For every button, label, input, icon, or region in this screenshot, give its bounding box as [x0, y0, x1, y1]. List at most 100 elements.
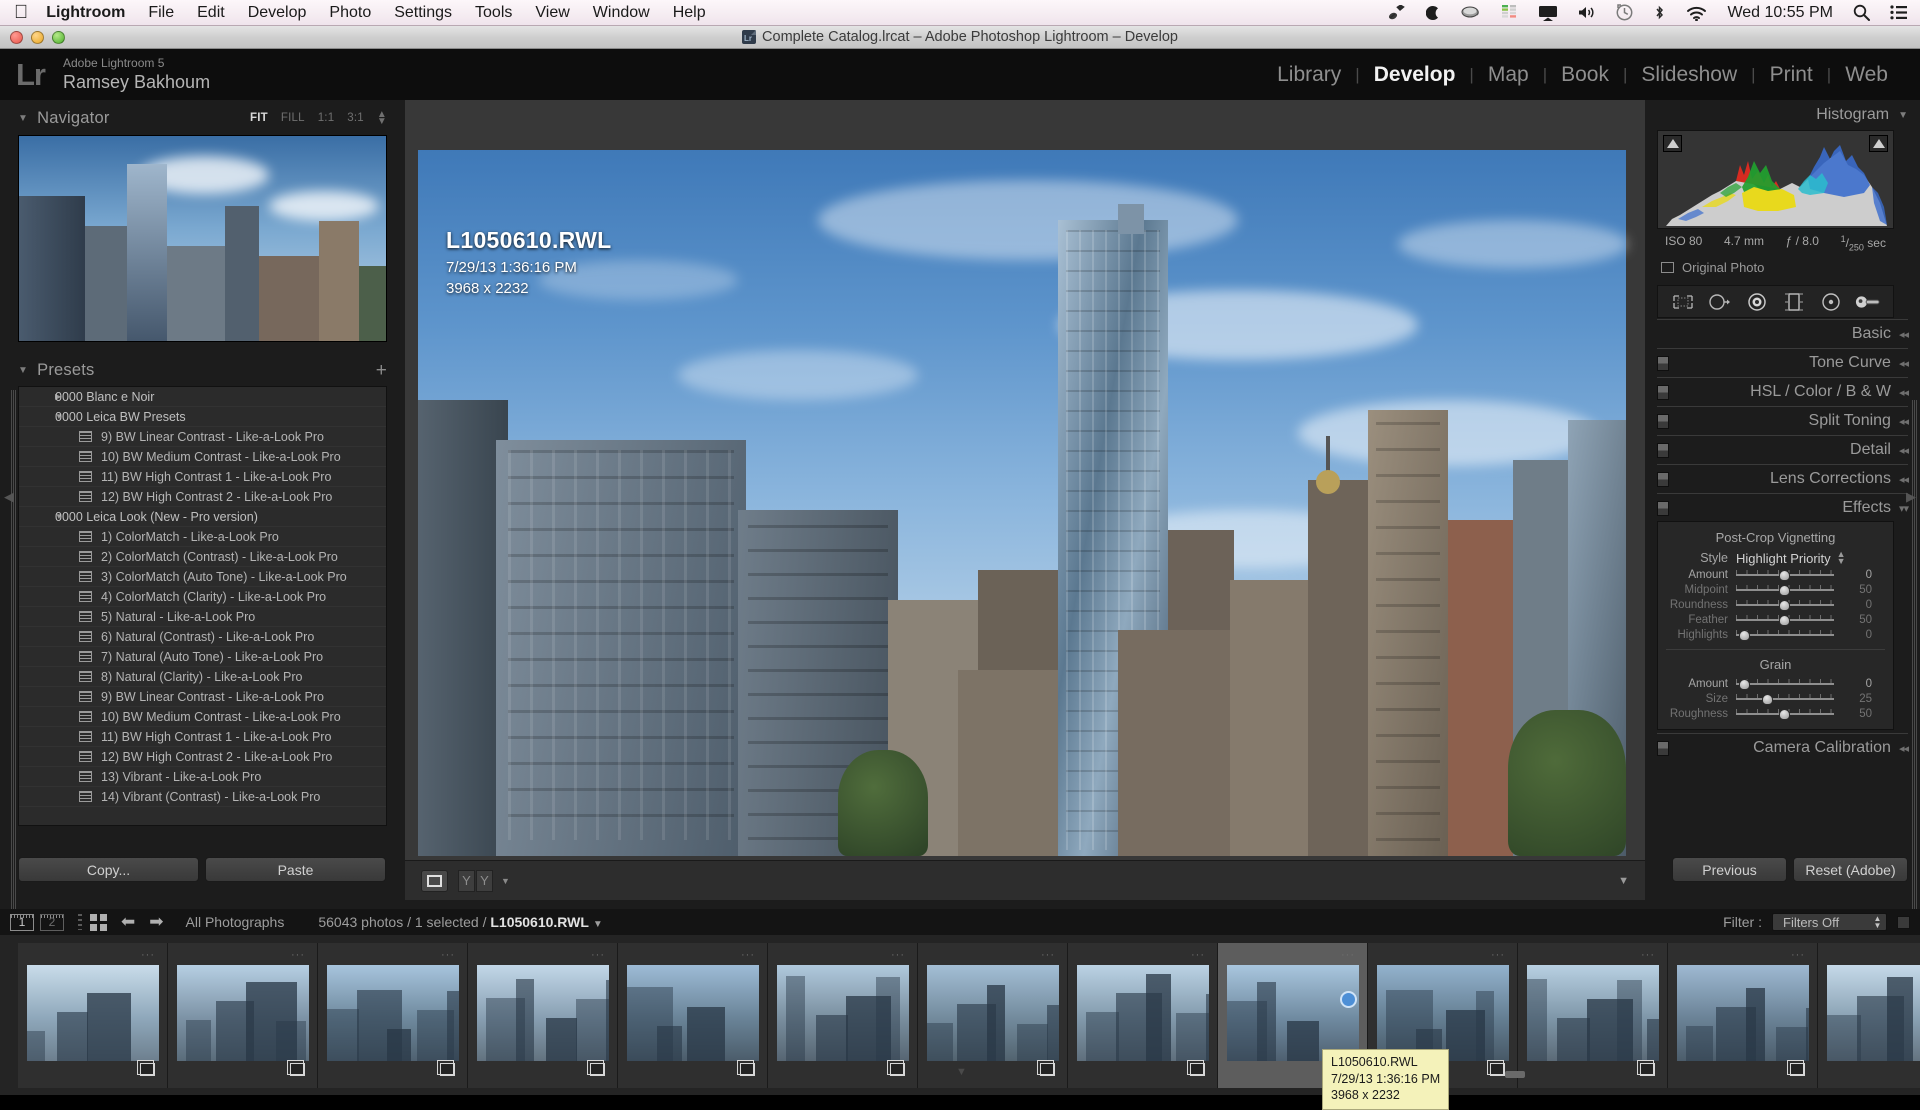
current-filename[interactable]: L1050610.RWL [490, 914, 589, 930]
vignette-style-row[interactable]: Style Highlight Priority ▲ ▼ [1658, 549, 1893, 567]
preset-item-row[interactable]: 11) BW High Contrast 1 - Like-a-Look Pro [19, 727, 386, 747]
copy-button[interactable]: Copy... [18, 857, 199, 882]
vignette-style-stepper-icon[interactable]: ▲ ▼ [1837, 550, 1846, 566]
split-toning-switch[interactable] [1657, 413, 1669, 429]
panel-effects[interactable]: Effects ▾▾ [1657, 495, 1909, 521]
spot-removal-tool[interactable] [1707, 291, 1733, 313]
vignette-style-value[interactable]: Highlight Priority [1736, 551, 1831, 566]
tone-curve-switch[interactable] [1657, 355, 1669, 371]
vignette-slider-value[interactable]: 0 [1834, 629, 1880, 641]
slider-knob[interactable] [1778, 600, 1790, 612]
panel-collapse-icon[interactable]: ◂◂ [1899, 386, 1909, 399]
zoom-stepper-icon[interactable]: ▲ ▼ [377, 109, 387, 127]
filmstrip-thumbnail[interactable] [1827, 964, 1920, 1061]
filmstrip-source-label[interactable]: All Photographs [186, 914, 285, 930]
left-panel-scroll-strip[interactable] [11, 390, 16, 930]
graduated-filter-tool[interactable] [1781, 291, 1807, 313]
filmstrip-cell[interactable]: ··· [168, 942, 318, 1088]
zoom-window-button[interactable] [52, 31, 65, 44]
previous-button[interactable]: Previous [1672, 857, 1787, 882]
notification-center-icon[interactable] [1890, 5, 1908, 20]
zoom-3-1[interactable]: 3:1 [347, 112, 364, 124]
minimize-window-button[interactable] [31, 31, 44, 44]
caffeine-cup-icon[interactable] [1461, 5, 1481, 20]
screen-1-button[interactable]: 1 [10, 913, 34, 931]
preset-item-row[interactable]: 11) BW High Contrast 1 - Like-a-Look Pro [19, 467, 386, 487]
menu-item-photo[interactable]: Photo [329, 4, 371, 22]
panel-collapse-icon[interactable]: ◂◂ [1899, 415, 1909, 428]
dropbox-icon[interactable] [1388, 4, 1406, 21]
navigator-disclosure-triangle[interactable]: ▼ [18, 113, 28, 124]
preset-group-row[interactable]: ▼ 0000 Leica Look (New - Pro version) [19, 507, 386, 527]
filmstrip-thumbnail[interactable] [927, 964, 1059, 1061]
spotlight-search-icon[interactable] [1853, 4, 1870, 21]
wifi-icon[interactable] [1686, 5, 1707, 21]
paste-button[interactable]: Paste [205, 857, 386, 882]
volume-icon[interactable] [1578, 5, 1596, 20]
filmstrip-cell[interactable]: ··· [768, 942, 918, 1088]
reset-button[interactable]: Reset (Adobe) [1793, 857, 1908, 882]
preset-item-row[interactable]: 3) ColorMatch (Auto Tone) - Like-a-Look … [19, 567, 386, 587]
red-eye-correction-tool[interactable] [1744, 291, 1770, 313]
vignette-slider-track[interactable] [1736, 569, 1834, 582]
panel-tone-curve[interactable]: Tone Curve ◂◂ [1657, 350, 1909, 376]
zoom-fit[interactable]: FIT [250, 112, 268, 124]
panel-split-toning[interactable]: Split Toning ◂◂ [1657, 408, 1909, 434]
preset-item-row[interactable]: 9) BW Linear Contrast - Like-a-Look Pro [19, 427, 386, 447]
filmstrip-thumbnail[interactable] [1227, 964, 1359, 1061]
preset-item-row[interactable]: 1) ColorMatch - Like-a-Look Pro [19, 527, 386, 547]
module-slideshow[interactable]: Slideshow [1627, 63, 1751, 87]
filmstrip-thumbnail[interactable] [177, 964, 309, 1061]
original-photo-checkbox[interactable] [1661, 262, 1674, 274]
time-machine-icon[interactable] [1616, 4, 1633, 21]
source-dropdown-icon[interactable]: ▼ [593, 919, 603, 930]
panel-hsl-color-bw[interactable]: HSL / Color / B & W ◂◂ [1657, 379, 1909, 405]
filmstrip-cell[interactable]: ··· [318, 942, 468, 1088]
module-print[interactable]: Print [1756, 63, 1827, 87]
preset-item-row[interactable]: 10) BW Medium Contrast - Like-a-Look Pro [19, 447, 386, 467]
preset-group-row[interactable]: ▼ 0000 Leica BW Presets [19, 407, 386, 427]
panel-collapse-icon[interactable]: ◂◂ [1899, 444, 1909, 457]
filmstrip-thumbnail[interactable] [777, 964, 909, 1061]
go-back-icon[interactable]: ⬅ [121, 912, 135, 932]
vignette-slider-row[interactable]: Midpoint 50 [1658, 582, 1893, 597]
filter-select[interactable]: Filters Off ▲ ▼ [1772, 913, 1887, 931]
filmstrip-thumbnail[interactable] [477, 964, 609, 1061]
menu-item-settings[interactable]: Settings [394, 4, 452, 22]
menu-item-window[interactable]: Window [593, 4, 650, 22]
filmstrip-thumbnail[interactable] [1377, 964, 1509, 1061]
grain-slider-row[interactable]: Roughness 50 [1658, 706, 1893, 721]
vignette-slider-track[interactable] [1736, 599, 1834, 612]
filmstrip-thumbnail[interactable] [1077, 964, 1209, 1061]
menu-item-lightroom[interactable]: Lightroom [46, 4, 125, 22]
close-window-button[interactable] [10, 31, 23, 44]
preset-group-row[interactable]: ▶ 0000 Blanc e Noir [19, 387, 386, 407]
menu-item-file[interactable]: File [148, 4, 174, 22]
filmstrip-thumbnail[interactable] [27, 964, 159, 1061]
chevron-down-icon[interactable]: ▼ [27, 412, 63, 421]
slider-knob[interactable] [1778, 615, 1790, 627]
panel-lens-corrections[interactable]: Lens Corrections ◂◂ [1657, 466, 1909, 492]
preset-item-row[interactable]: 8) Natural (Clarity) - Like-a-Look Pro [19, 667, 386, 687]
slider-knob[interactable] [1761, 694, 1773, 706]
preset-item-row[interactable]: 2) ColorMatch (Contrast) - Like-a-Look P… [19, 547, 386, 567]
toolbar-collapse-icon[interactable]: ▼ [1618, 875, 1629, 887]
panel-collapse-icon[interactable]: ◂◂ [1899, 742, 1909, 755]
left-panel-hide-arrow[interactable]: ◀ [4, 489, 14, 505]
identity-plate[interactable]: Lr Adobe Lightroom 5 Ramsey Bakhoum [0, 56, 210, 92]
module-book[interactable]: Book [1547, 63, 1623, 87]
panel-detail[interactable]: Detail ◂◂ [1657, 437, 1909, 463]
before-after-icon[interactable]: YY [458, 869, 493, 892]
slider-knob[interactable] [1738, 679, 1750, 691]
presets-header[interactable]: ▼ Presets + [18, 358, 387, 382]
vignette-slider-track[interactable] [1736, 614, 1834, 627]
preset-item-row[interactable]: 12) BW High Contrast 2 - Like-a-Look Pro [19, 487, 386, 507]
screen-2-button[interactable]: 2 [40, 913, 64, 931]
filmstrip-cell[interactable]: ··· [618, 942, 768, 1088]
grain-slider-row[interactable]: Size 25 [1658, 691, 1893, 706]
loupe-view-icon[interactable] [421, 869, 448, 892]
preset-item-row[interactable]: 4) ColorMatch (Clarity) - Like-a-Look Pr… [19, 587, 386, 607]
zoom-fill[interactable]: FILL [281, 112, 305, 124]
preset-item-row[interactable]: 6) Natural (Contrast) - Like-a-Look Pro [19, 627, 386, 647]
menu-item-tools[interactable]: Tools [475, 4, 512, 22]
